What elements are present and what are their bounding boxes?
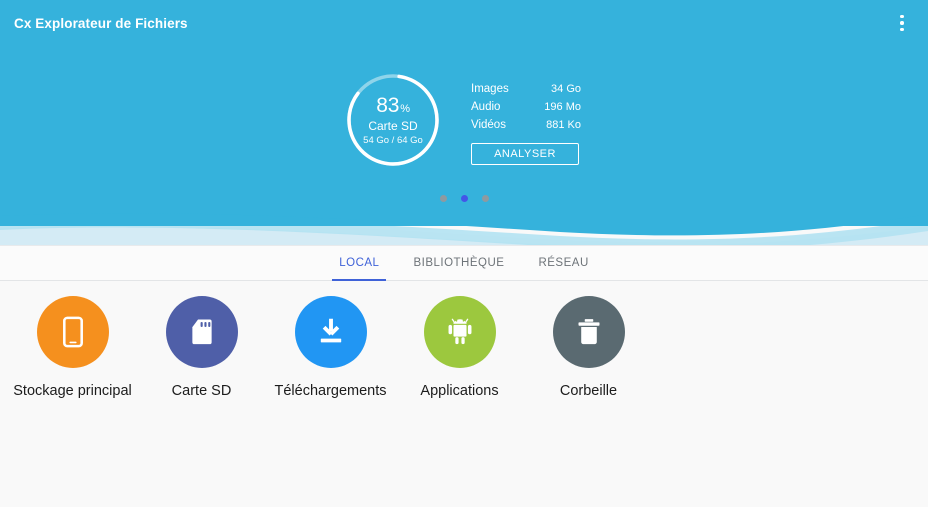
sd-card-icon (165, 296, 238, 368)
shortcut-stockage-principal[interactable]: Stockage principal (8, 296, 137, 399)
storage-ring-text: 83% Carte SD 54 Go / 64 Go (345, 72, 441, 168)
tab-reseau[interactable]: RÉSEAU (521, 245, 605, 281)
tab-local[interactable]: LOCAL (322, 245, 396, 281)
storage-stats: Images 34 Go Audio 196 Mo Vidéos 881 Ko … (471, 80, 581, 165)
carousel-dot-3[interactable] (481, 195, 489, 202)
carousel-dot-1[interactable] (439, 195, 447, 202)
page-title: Cx Explorateur de Fichiers (14, 15, 188, 31)
download-icon (294, 296, 367, 368)
shortcut-telechargements[interactable]: Téléchargements (266, 296, 395, 399)
file-explorer-app: Cx Explorateur de Fichiers 83% Carte SD … (0, 0, 928, 507)
stat-value: 196 Mo (544, 101, 581, 113)
tab-bar: LOCAL BIBLIOTHÈQUE RÉSEAU (0, 245, 928, 281)
shortcut-applications[interactable]: Applications (395, 296, 524, 399)
shortcut-label: Stockage principal (13, 383, 132, 399)
carousel-dots (0, 195, 928, 202)
shortcut-grid: Stockage principal Carte SD Téléchargeme… (0, 296, 928, 399)
shortcut-label: Téléchargements (274, 383, 387, 399)
storage-percent-value: 83 (376, 93, 400, 117)
shortcut-label: Corbeille (559, 383, 618, 399)
stat-row: Vidéos 881 Ko (471, 116, 581, 134)
stat-value: 881 Ko (546, 119, 581, 131)
carousel-dot-2[interactable] (460, 195, 468, 202)
stat-value: 34 Go (551, 83, 581, 95)
overflow-dot (900, 14, 904, 19)
shortcut-corbeille[interactable]: Corbeille (524, 296, 653, 399)
stat-label: Vidéos (471, 119, 506, 131)
storage-percent-symbol: % (400, 102, 410, 115)
storage-detail: 54 Go / 64 Go (363, 134, 423, 146)
overflow-dot (900, 21, 904, 25)
stat-row: Audio 196 Mo (471, 98, 581, 116)
stat-label: Audio (471, 101, 501, 113)
stat-row: Images 34 Go (471, 80, 581, 98)
hero-header: Cx Explorateur de Fichiers 83% Carte SD … (0, 0, 928, 248)
storage-ring[interactable]: 83% Carte SD 54 Go / 64 Go (345, 72, 441, 168)
analyse-button[interactable]: ANALYSER (471, 143, 579, 165)
trash-icon (552, 296, 625, 368)
shortcut-carte-sd[interactable]: Carte SD (137, 296, 266, 399)
tab-bibliotheque[interactable]: BIBLIOTHÈQUE (396, 245, 521, 281)
shortcut-label: Carte SD (171, 383, 232, 399)
android-icon (423, 296, 496, 368)
more-vertical-icon[interactable] (882, 0, 922, 46)
shortcut-label: Applications (420, 383, 499, 399)
storage-label: Carte SD (368, 118, 418, 133)
stat-label: Images (471, 83, 509, 95)
storage-percent: 83% (376, 95, 410, 116)
app-bar: Cx Explorateur de Fichiers (0, 0, 928, 46)
phone-icon (36, 296, 109, 368)
overflow-dot (900, 27, 904, 32)
